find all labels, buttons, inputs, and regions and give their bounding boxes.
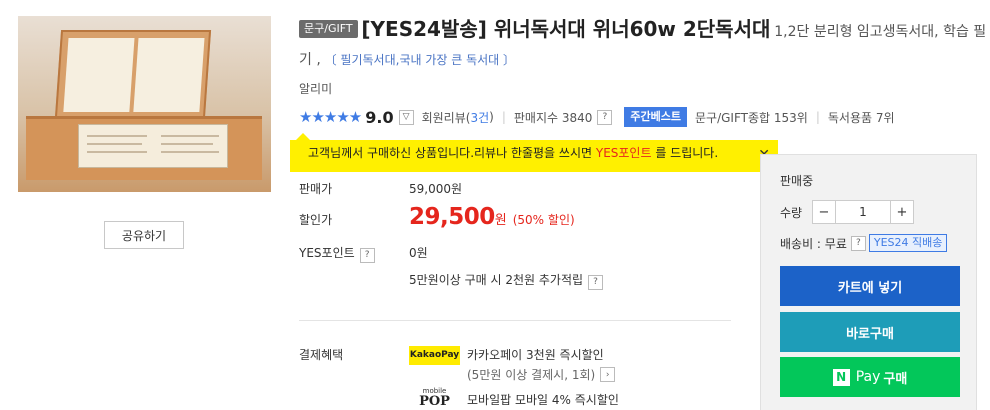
product-title: 문구/GIFT [YES24발송] 위너독서대 위너60w 2단독서대 1,2단… <box>299 15 989 74</box>
divider <box>299 320 731 321</box>
separator: | <box>501 110 506 124</box>
direct-delivery-badge: YES24 직배송 <box>868 234 948 252</box>
kakaopay-sub: (5만원 이상 결제시, 1회) › <box>467 366 616 383</box>
separator: | <box>815 110 820 124</box>
npay-label: 구매 <box>883 371 908 387</box>
rating-score: 9.0 <box>365 107 394 127</box>
npay-pay-text: Pay <box>855 369 881 385</box>
image-book-stand <box>54 30 212 118</box>
shipping-row: 배송비 : 무료 ? YES24 직배송 <box>780 234 948 252</box>
point-value: 0원 <box>409 246 428 260</box>
review-count-link[interactable]: 3건 <box>470 109 489 126</box>
benefits-label: 결제혜택 <box>299 348 344 362</box>
review-close: ) <box>489 110 494 124</box>
sale-price-label: 할인가 <box>299 213 333 227</box>
list-price-label: 판매가 <box>299 182 333 196</box>
rating-row: ★★★★★ 9.0 ▽ 회원리뷰(3건) | 판매지수 3840 ? 주간베스트… <box>299 106 895 128</box>
chevron-down-icon[interactable]: ▽ <box>398 109 414 125</box>
question-icon[interactable]: ? <box>597 109 613 125</box>
tooltip-text-end: 를 드립니다. <box>651 146 719 160</box>
rank-subcategory-link[interactable]: 독서용품 7위 <box>828 109 895 126</box>
publisher-link[interactable]: 알리미 <box>299 80 332 97</box>
title-main: [YES24발송] 위너독서대 위너60w 2단독서대 <box>361 17 771 41</box>
category-badge[interactable]: 문구/GIFT <box>299 20 358 38</box>
shipping-label: 배송비 : 무료 <box>780 236 847 251</box>
point-label: YES포인트? <box>299 244 399 263</box>
add-to-cart-button[interactable]: 카트에 넣기 <box>780 266 960 306</box>
rating-stars: ★★★★★ <box>299 108 362 126</box>
quantity-label: 수량 <box>780 206 803 220</box>
title-keywords-link[interactable]: 〔 필기독서대,국내 가장 큰 독서대 〕 <box>325 53 515 67</box>
tooltip-highlight: YES포인트 <box>595 146 652 160</box>
share-button[interactable]: 공유하기 <box>104 221 184 249</box>
tooltip-text: 고객님께서 구매하신 상품입니다.리뷰나 한줄평을 쓰시면 <box>308 146 596 160</box>
weekly-best-badge[interactable]: 주간베스트 <box>624 107 687 127</box>
review-tooltip: 고객님께서 구매하신 상품입니다.리뷰나 한줄평을 쓰시면 YES포인트 를 드… <box>290 133 778 172</box>
tooltip-arrow <box>296 133 310 140</box>
kakaopay-logo: KakaoPay <box>409 346 460 365</box>
plus-icon[interactable]: + <box>890 200 914 224</box>
chevron-right-icon[interactable]: › <box>600 367 616 382</box>
image-open-book <box>78 124 228 168</box>
sale-status: 판매중 <box>780 174 814 188</box>
rank-category-link[interactable]: 문구/GIFT종합 153위 <box>695 109 808 126</box>
quantity-stepper: − 1 + <box>812 200 914 224</box>
naver-pay-button[interactable]: N Pay 구매 <box>780 357 960 397</box>
sale-price-value: 29,500원 (50% 할인) <box>409 204 575 230</box>
question-icon[interactable]: ? <box>588 274 604 290</box>
naver-n-icon: N <box>832 368 850 386</box>
kakaopay-text: 카카오페이 3천원 즉시할인 <box>467 348 604 362</box>
product-image[interactable] <box>18 16 271 192</box>
list-price-value: 59,000원 <box>409 182 463 196</box>
point-extra: 5만원이상 구매 시 2천원 추가적립? <box>409 271 604 290</box>
question-icon[interactable]: ? <box>850 235 866 251</box>
purchase-panel: 판매중 수량 − 1 + 배송비 : 무료 ? YES24 직배송 카트에 넣기… <box>760 154 977 410</box>
buy-now-button[interactable]: 바로구매 <box>780 312 960 352</box>
mobilepop-text: 모바일팝 모바일 4% 즉시할인 <box>467 393 619 407</box>
sales-index: 판매지수 3840 <box>513 110 593 125</box>
question-icon[interactable]: ? <box>359 247 375 263</box>
mobilepop-logo: mobile POP <box>419 387 450 409</box>
minus-icon[interactable]: − <box>812 200 836 224</box>
discount-rate: (50% 할인) <box>512 213 575 227</box>
quantity-input[interactable]: 1 <box>836 200 890 224</box>
review-label: 회원리뷰( <box>421 110 471 125</box>
